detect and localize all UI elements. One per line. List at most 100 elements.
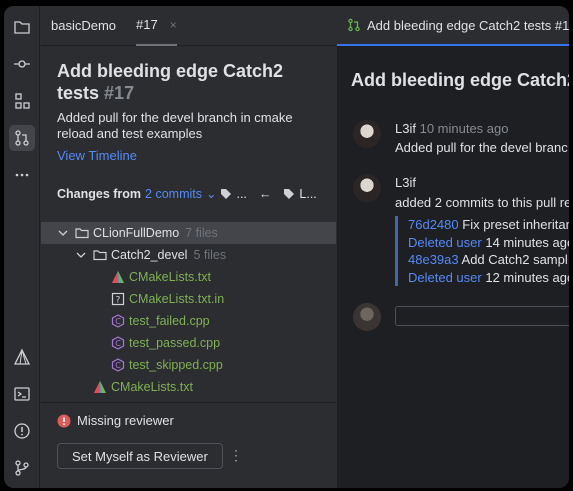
cpp-file-icon: C	[111, 358, 125, 372]
tag-icon	[284, 188, 295, 199]
set-myself-reviewer-button[interactable]: Set Myself as Reviewer	[57, 443, 223, 469]
list-item: Deleted user 14 minutes ago	[408, 234, 569, 252]
pr-description: Added pull for the devel branch in cmake…	[57, 110, 293, 141]
chevron-down-icon[interactable]	[57, 227, 69, 239]
missing-reviewer-label: Missing reviewer	[77, 413, 174, 428]
tab-pull-request[interactable]: #17 ×	[136, 6, 177, 46]
cpp-file-icon: C	[111, 336, 125, 350]
commit-tool[interactable]	[9, 51, 35, 77]
chevron-down-icon[interactable]: ⌄	[206, 186, 216, 201]
terminal-tool[interactable]	[9, 381, 35, 407]
commit-hash[interactable]: 48e39a3	[408, 252, 459, 267]
problems-tool[interactable]	[9, 418, 35, 444]
changed-files-tree: CLionFullDemo 7 files Catch2_devel 5 fil…	[41, 222, 336, 398]
commit-author[interactable]: Deleted user	[408, 270, 482, 285]
commit-time: 14 minutes ago	[485, 234, 569, 250]
tree-row-file[interactable]: C test_failed.cpp	[41, 310, 336, 332]
ide-window: basicDemo #17 × Add bleeding edge Catch2…	[4, 6, 569, 488]
cmake-tool[interactable]	[9, 344, 35, 370]
base-ref[interactable]: ...	[236, 187, 246, 201]
chevron-down-icon[interactable]	[75, 249, 87, 261]
pr-title: Add bleeding edge Catch2 tests	[57, 61, 284, 103]
folder-icon	[93, 250, 107, 261]
commit-icon	[14, 60, 30, 68]
folder-icon	[14, 21, 30, 34]
tab-basicdemo[interactable]: basicDemo	[51, 18, 116, 33]
more-options-icon[interactable]: ⋮	[229, 447, 243, 464]
tree-label: Catch2_devel	[111, 248, 188, 262]
comment-text: Added pull for the devel branc	[395, 140, 568, 155]
commit-list: 76d2480 Fix preset inheritan Deleted use…	[395, 216, 569, 286]
git-tool[interactable]	[9, 455, 35, 481]
svg-text:C: C	[115, 339, 121, 348]
pull-request-details-panel: basicDemo #17 × Add bleeding edge Catch2…	[41, 6, 336, 488]
comment-text: added 2 commits to this pull re	[395, 195, 569, 210]
pull-request-icon	[15, 130, 29, 146]
project-tool[interactable]	[9, 14, 35, 40]
structure-tool[interactable]	[9, 88, 35, 114]
tool-strip	[4, 6, 40, 488]
tab-bar: basicDemo #17 ×	[41, 6, 336, 46]
commit-message: Add Catch2 sampl	[461, 252, 568, 267]
tree-row-catch2-devel[interactable]: Catch2_devel 5 files	[41, 244, 336, 266]
file-name: test_failed.cpp	[129, 314, 210, 328]
tree-row-file[interactable]: CMakeLists.txt	[41, 266, 336, 288]
svg-text:C: C	[115, 317, 121, 326]
file-name: test_passed.cpp	[129, 336, 221, 350]
tree-label: CLionFullDemo	[93, 226, 180, 240]
commit-time: 12 minutes ago	[485, 269, 569, 285]
avatar	[353, 303, 381, 331]
cmake-icon	[112, 271, 124, 283]
tree-row-file[interactable]: C test_passed.cpp	[41, 332, 336, 354]
tree-row-file[interactable]: C test_skipped.cpp	[41, 354, 336, 376]
git-branch-icon	[15, 460, 29, 476]
more-horizontal-icon	[15, 173, 29, 177]
folder-icon	[75, 228, 89, 239]
pr-number: #17	[104, 83, 135, 103]
structure-icon	[15, 93, 30, 109]
reviewers-section: Missing reviewer Set Myself as Reviewer …	[41, 402, 336, 488]
comment-author[interactable]: L3if	[395, 174, 416, 191]
head-ref[interactable]: L...	[299, 187, 316, 201]
list-item: 76d2480 Fix preset inheritan	[408, 216, 569, 234]
svg-text:C: C	[115, 361, 121, 370]
tab-label: #17	[136, 17, 158, 32]
file-name: test_skipped.cpp	[129, 358, 223, 372]
file-count: 7 files	[185, 226, 218, 240]
close-icon[interactable]: ×	[170, 18, 177, 32]
comment-time: 10 minutes ago	[419, 121, 509, 136]
list-item: 48e39a3 Add Catch2 sampl	[408, 251, 569, 269]
commits-dropdown[interactable]: 2 commits	[145, 187, 202, 201]
pull-request-icon	[348, 18, 360, 32]
error-icon	[57, 414, 71, 427]
timeline-tab-label: Add bleeding edge Catch2 tests #1	[367, 17, 569, 33]
tab-pull-request-timeline[interactable]: Add bleeding edge Catch2 tests #1	[337, 6, 569, 46]
cpp-file-icon: C	[111, 314, 125, 328]
arrow-left-icon: ←	[258, 186, 272, 201]
comment-author[interactable]: L3if	[395, 121, 416, 136]
comment-input[interactable]	[395, 306, 569, 326]
problems-icon	[14, 423, 30, 439]
comment-header: L3if 10 minutes ago	[395, 120, 509, 137]
pull-requests-tool[interactable]	[9, 125, 35, 151]
avatar	[353, 174, 381, 202]
tree-row-clionfulldemo[interactable]: CLionFullDemo 7 files	[41, 222, 336, 244]
commit-author[interactable]: Deleted user	[408, 235, 482, 250]
pull-request-timeline-panel: Add bleeding edge Catch2 tests #1 Add bl…	[337, 6, 569, 488]
tree-row-file[interactable]: CMakeLists.txt	[41, 376, 336, 398]
commit-message: Fix preset inheritan	[462, 217, 569, 232]
tag-icon	[221, 188, 232, 199]
page-title: Add bleeding edge Catch2 tests #17	[57, 60, 317, 104]
terminal-icon	[14, 387, 30, 401]
file-name: CMakeLists.txt	[129, 270, 211, 284]
view-timeline-link[interactable]: View Timeline	[57, 148, 137, 163]
file-name: CMakeLists.txt	[111, 380, 193, 394]
file-count: 5 files	[193, 248, 227, 262]
cmake-icon	[13, 348, 31, 365]
timeline-title: Add bleeding edge Catch2	[351, 70, 569, 90]
changes-header: Changes from 2 commits ⌄ ... ← L...	[57, 186, 317, 202]
commit-hash[interactable]: 76d2480	[408, 217, 459, 232]
tree-row-file[interactable]: ? CMakeLists.txt.in	[41, 288, 336, 310]
more-tools-button[interactable]	[9, 162, 35, 188]
unknown-file-icon: ?	[111, 292, 125, 306]
